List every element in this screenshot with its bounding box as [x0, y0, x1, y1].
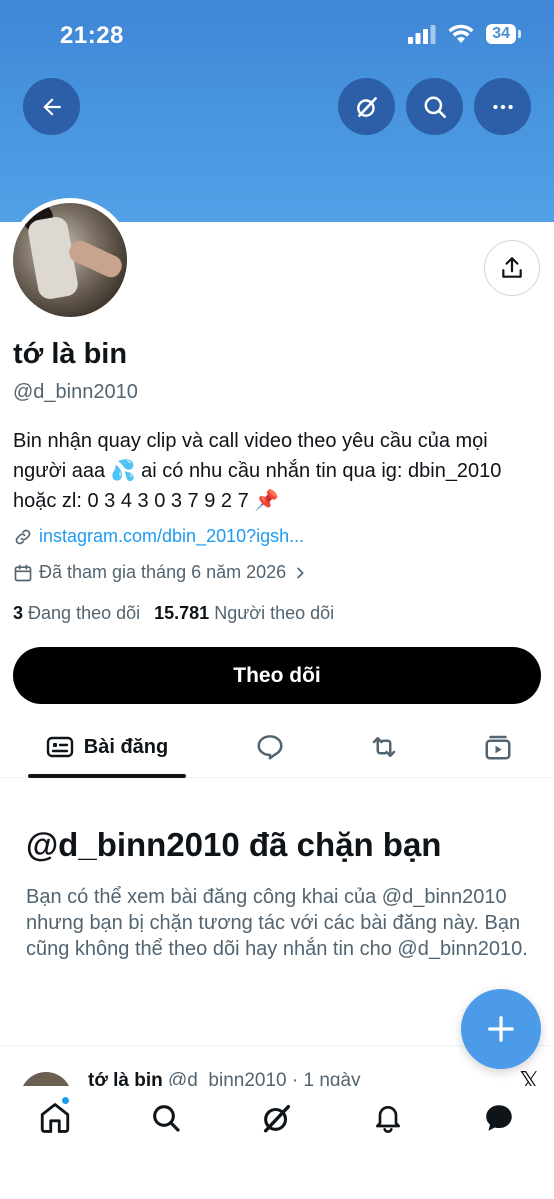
notifications-icon: [376, 1106, 400, 1133]
nav-search[interactable]: [144, 1096, 188, 1140]
status-bar: 21:28 34: [0, 0, 554, 72]
reply-icon: [257, 735, 283, 760]
post-preview[interactable]: tớ là bin @d_binn2010 · 1 ngày 𝕏: [0, 1060, 554, 1086]
chevron-right-icon: [297, 567, 304, 578]
tab-posts[interactable]: Bài đăng: [28, 716, 186, 778]
nav-home[interactable]: [33, 1096, 77, 1140]
followers-stat[interactable]: 15.781 Người theo dõi: [154, 603, 334, 624]
following-count: 3: [13, 603, 24, 623]
plus-icon: [488, 1016, 514, 1042]
tab-posts-label: Bài đăng: [83, 735, 169, 758]
nav-grok[interactable]: [255, 1096, 299, 1140]
search-icon: [424, 96, 446, 118]
profile-link-text[interactable]: instagram.com/dbin_2010?igsh...: [39, 526, 304, 547]
x-logo-icon: 𝕏: [519, 1066, 540, 1086]
wifi-icon: [448, 24, 474, 43]
share-button[interactable]: [484, 240, 540, 296]
battery-indicator: 34: [486, 24, 521, 44]
post-header: tớ là bin @d_binn2010 · 1 ngày: [88, 1070, 361, 1086]
nav-notifications[interactable]: [366, 1096, 410, 1140]
more-button[interactable]: [474, 78, 531, 135]
post-meta: @d_binn2010 · 1 ngày: [168, 1070, 361, 1086]
active-tab-indicator: [28, 774, 186, 778]
profile-name: tớ là bin: [13, 338, 128, 370]
nav-messages[interactable]: [477, 1096, 521, 1140]
back-button[interactable]: [23, 78, 80, 135]
joined-date-row[interactable]: Đã tham gia tháng 6 năm 2026: [13, 562, 308, 583]
blocked-title: @d_binn2010 đã chặn bạn: [26, 826, 442, 863]
arrow-left-icon: [42, 97, 61, 116]
profile-bio: Bin nhận quay clip và call video theo yê…: [13, 430, 502, 512]
share-icon: [502, 257, 522, 278]
search-button[interactable]: [406, 78, 463, 135]
post-author-name: tớ là bin: [88, 1070, 163, 1086]
calendar-icon: [14, 564, 32, 581]
tab-media[interactable]: [476, 716, 520, 778]
cellular-signal-icon: [408, 25, 436, 44]
profile-link[interactable]: instagram.com/dbin_2010?igsh...: [13, 526, 304, 547]
followers-count: 15.781: [154, 603, 210, 623]
following-stat[interactable]: 3 Đang theo dõi: [13, 603, 140, 624]
tab-reposts[interactable]: [362, 716, 406, 778]
avatar[interactable]: [20, 1072, 72, 1086]
bottom-navigation: [0, 1086, 554, 1199]
follow-stats: 3 Đang theo dõi 15.781 Người theo dõi: [13, 603, 334, 624]
grok-icon: [263, 1104, 291, 1133]
messages-icon: [486, 1105, 512, 1131]
following-label: Đang theo dõi: [28, 603, 141, 623]
search-icon: [153, 1105, 180, 1132]
followers-label: Người theo dõi: [214, 603, 335, 623]
posts-icon: [46, 736, 73, 758]
home-icon: [40, 1103, 70, 1133]
compose-button[interactable]: [461, 989, 541, 1069]
blocked-message: Bạn có thể xem bài đăng công khai của @d…: [26, 886, 528, 960]
more-horizontal-icon: [492, 104, 513, 109]
repost-icon: [372, 737, 396, 757]
link-icon: [15, 529, 31, 544]
profile-avatar[interactable]: [8, 198, 132, 322]
grok-button[interactable]: [338, 78, 395, 135]
tab-replies[interactable]: [248, 716, 292, 778]
profile-handle: @d_binn2010: [13, 381, 138, 403]
status-icons: 34: [408, 24, 521, 44]
status-time: 21:28: [60, 22, 124, 49]
media-icon: [485, 735, 511, 760]
notification-dot: [61, 1096, 70, 1105]
joined-date-text: Đã tham gia tháng 6 năm 2026: [39, 562, 287, 582]
profile-tabs: Bài đăng: [0, 716, 554, 778]
follow-button[interactable]: Theo dõi: [13, 647, 541, 704]
grok-icon: [356, 96, 377, 117]
